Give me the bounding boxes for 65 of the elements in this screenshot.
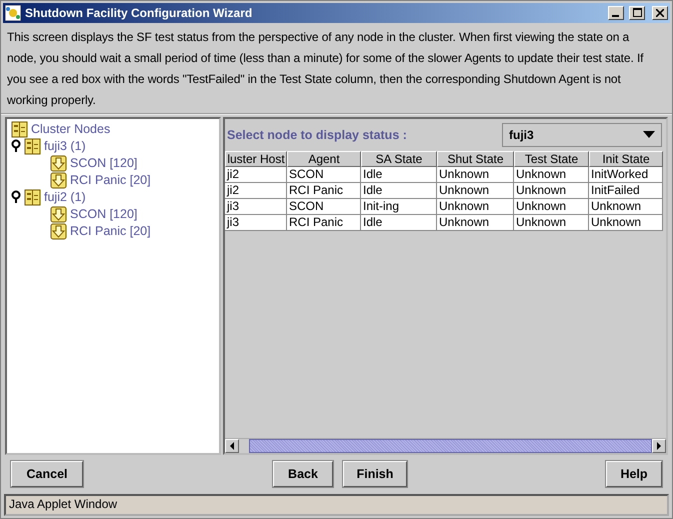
node-dropdown[interactable]: fuji3 bbox=[502, 122, 662, 147]
column-header[interactable]: Test State bbox=[514, 150, 589, 167]
table-cell: Unknown bbox=[589, 198, 663, 215]
table-cell: ji2 bbox=[225, 182, 287, 199]
table-cell: Unknown bbox=[437, 198, 514, 215]
table-cell: SCON bbox=[287, 166, 361, 183]
down-arrow-icon bbox=[50, 154, 67, 172]
tree-item[interactable]: fuji3 (1) bbox=[44, 139, 86, 154]
dialog-button[interactable]: Back bbox=[273, 461, 333, 488]
tree-item[interactable]: SCON [120] bbox=[70, 156, 138, 170]
book-icon bbox=[24, 188, 41, 206]
column-header[interactable]: Init State bbox=[589, 150, 663, 167]
down-arrow-icon bbox=[50, 172, 67, 189]
maximize-icon[interactable] bbox=[629, 6, 645, 20]
table-cell: Idle bbox=[361, 182, 437, 199]
down-arrow-icon bbox=[50, 222, 67, 240]
table-cell: InitFailed bbox=[589, 182, 663, 199]
dropdown-icon[interactable] bbox=[643, 131, 655, 138]
tree-item[interactable]: fuji2 (1) bbox=[44, 190, 86, 204]
table-cell: Unknown bbox=[514, 214, 589, 231]
minimize-icon[interactable] bbox=[608, 6, 624, 20]
column-header[interactable]: Shut State bbox=[437, 150, 514, 167]
table-cell: Init-ing bbox=[361, 198, 437, 215]
down-arrow-icon bbox=[50, 206, 67, 223]
table-cell: Idle bbox=[361, 214, 437, 231]
column-header[interactable]: SA State bbox=[361, 150, 437, 167]
tree-item[interactable]: RCI Panic [20] bbox=[70, 224, 151, 238]
left-arrow-icon[interactable] bbox=[230, 442, 234, 450]
table-cell: SCON bbox=[287, 198, 361, 215]
right-arrow-icon[interactable] bbox=[657, 442, 661, 450]
tree-item[interactable]: SCON [120] bbox=[70, 207, 138, 222]
description-text: This screen displays the SF test status from the perspective of any node in the cluster. When first viewing the state on a node, you should wait a small period of time (less than a minute) for some of the slower Agents to update their test state. If you see a red box with the words "TestFailed" in the Test State column, then the corresponding Shutdown Agent is not working properly. bbox=[7, 30, 644, 107]
table-cell: Unknown bbox=[437, 166, 514, 183]
expander-icon[interactable] bbox=[11, 139, 21, 154]
table-cell: Unknown bbox=[437, 182, 514, 199]
scroll-right-button[interactable] bbox=[652, 439, 666, 454]
table-cell: InitWorked bbox=[589, 166, 663, 183]
scroll-left-button[interactable] bbox=[225, 439, 239, 454]
book-icon bbox=[24, 138, 41, 155]
expander-icon[interactable] bbox=[11, 190, 21, 204]
table-cell: Unknown bbox=[514, 182, 589, 199]
table-cell: ji3 bbox=[225, 214, 287, 231]
column-header[interactable]: luster Host bbox=[225, 150, 287, 167]
app-icon bbox=[5, 4, 21, 21]
column-header[interactable]: Agent bbox=[287, 150, 361, 167]
tree-item[interactable]: Cluster Nodes bbox=[31, 122, 110, 136]
select-label: Select node to display status : bbox=[227, 128, 407, 142]
table-cell: ji2 bbox=[225, 166, 287, 183]
table-cell: Idle bbox=[361, 166, 437, 183]
table-cell: RCI Panic bbox=[287, 182, 361, 199]
table-cell: Unknown bbox=[437, 214, 514, 231]
dialog-button[interactable]: Help bbox=[606, 461, 662, 488]
close-icon[interactable] bbox=[652, 6, 668, 20]
status-bar: Java Applet Window bbox=[4, 494, 669, 516]
window-title: Shutdown Facility Configuration Wizard bbox=[25, 6, 254, 20]
dialog-button[interactable]: Cancel bbox=[11, 461, 83, 488]
tree-item[interactable]: RCI Panic [20] bbox=[70, 173, 151, 188]
table-cell: ji3 bbox=[225, 198, 287, 215]
dialog-button[interactable]: Finish bbox=[343, 461, 407, 488]
book-icon bbox=[11, 120, 28, 138]
table-cell: Unknown bbox=[514, 198, 589, 215]
table-cell: RCI Panic bbox=[287, 214, 361, 231]
table-cell: Unknown bbox=[514, 166, 589, 183]
table-cell: Unknown bbox=[589, 214, 663, 231]
scrollbar-thumb[interactable] bbox=[249, 439, 652, 454]
